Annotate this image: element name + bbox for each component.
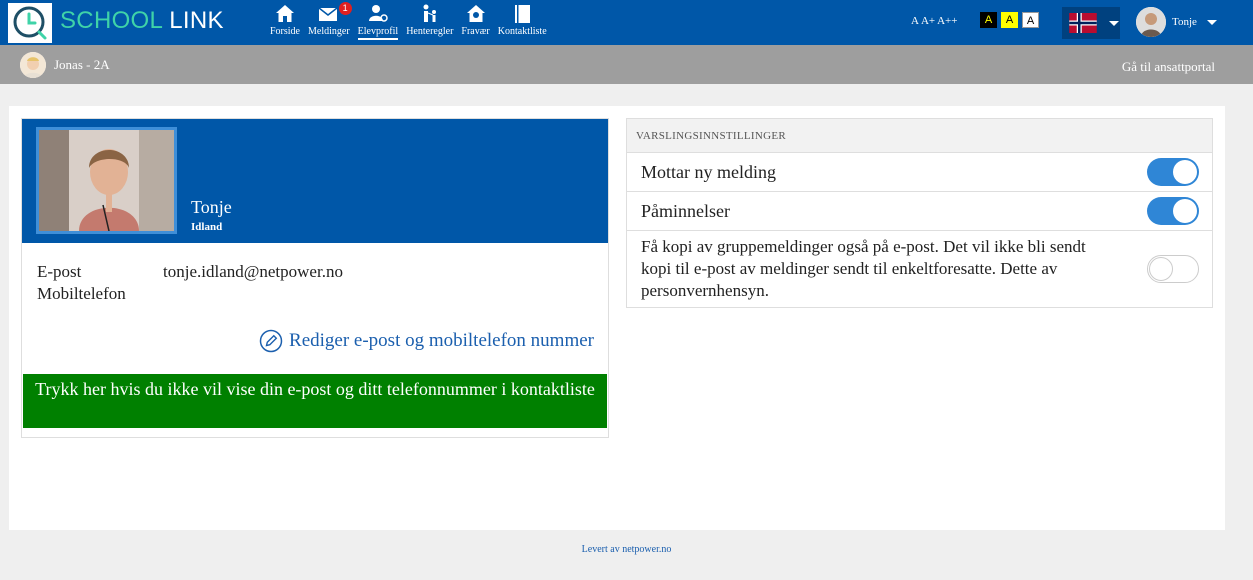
nav-kontaktliste-label: Kontaktliste — [497, 26, 547, 37]
student-profile-icon — [368, 5, 388, 22]
email-row: E-post tonje.idland@netpower.no — [37, 261, 343, 283]
contrast-controls: A A A — [980, 12, 1039, 28]
contact-book-icon — [515, 5, 531, 23]
logo[interactable] — [8, 3, 52, 43]
chevron-down-icon — [1206, 19, 1217, 25]
setting-email-copy-label: Få kopi av gruppemeldinger også på e-pos… — [641, 237, 1086, 300]
nav-meldinger-label: Meldinger — [308, 26, 350, 37]
nav-elevprofil-label: Elevprofil — [357, 26, 399, 40]
email-value: tonje.idland@netpower.no — [163, 262, 343, 281]
email-copy-toggle[interactable] — [1147, 255, 1199, 283]
nav-henteregler[interactable]: Henteregler — [402, 0, 457, 45]
setting-reminders-label: Påminnelser — [641, 200, 730, 221]
setting-new-message: Mottar ny melding — [627, 153, 1212, 192]
email-label: E-post — [37, 262, 82, 281]
edit-contact-label: Rediger e-post og mobiltelefon nummer — [289, 330, 594, 351]
footer-credit[interactable]: Levert av netpower.no — [0, 544, 1253, 555]
profile-photo[interactable] — [36, 127, 177, 234]
contrast-yellow-black[interactable]: A — [1001, 12, 1018, 28]
profile-header: Tonje Idland — [22, 119, 608, 243]
child-avatar — [20, 52, 46, 78]
chevron-down-icon — [1109, 20, 1119, 26]
top-bar: SCHOOL LINK Forside 1 Meldinger Elevprof… — [0, 0, 1253, 45]
user-menu[interactable]: Tonje — [1136, 7, 1217, 37]
user-avatar-icon — [1136, 7, 1166, 37]
font-size-normal[interactable]: A — [911, 15, 919, 27]
user-name: Tonje — [1172, 16, 1197, 28]
child-name: Jonas - 2A — [54, 57, 110, 72]
phone-label: Mobiltelefon — [37, 284, 126, 303]
nav-elevprofil[interactable]: Elevprofil — [354, 0, 403, 45]
nav-fravaer-label: Fravær — [461, 26, 490, 37]
brand-name[interactable]: SCHOOL LINK — [60, 7, 224, 35]
clock-logo-icon — [13, 6, 47, 40]
home-icon — [276, 5, 294, 22]
nav-fravaer[interactable]: Fravær — [457, 0, 493, 45]
nav-kontaktliste[interactable]: Kontaktliste — [494, 0, 551, 45]
child-bar: Jonas - 2A Gå til ansattportal — [0, 45, 1253, 84]
brand-name-first: SCHOOL — [60, 7, 163, 34]
notification-settings-heading: VARSLINGSINNSTILLINGER — [627, 119, 1212, 153]
toggle-knob — [1173, 160, 1197, 184]
language-selector[interactable] — [1062, 7, 1120, 39]
setting-reminders: Påminnelser — [627, 192, 1212, 231]
main-nav: Forside 1 Meldinger Elevprofil Henteregl… — [266, 0, 551, 45]
profile-photo-image — [39, 130, 174, 231]
notification-settings: VARSLINGSINNSTILLINGER Mottar ny melding… — [626, 118, 1213, 308]
profile-last-name: Idland — [191, 221, 223, 233]
profile-card: Tonje Idland E-post tonje.idland@netpowe… — [21, 118, 609, 438]
setting-new-message-label: Mottar ny melding — [641, 161, 776, 182]
hide-contact-info-button[interactable]: Trykk her hvis du ikke vil vise din e-po… — [23, 374, 607, 428]
nav-forside-label: Forside — [270, 26, 300, 37]
font-size-large[interactable]: A+ — [921, 15, 935, 27]
reminders-toggle[interactable] — [1147, 197, 1199, 225]
profile-first-name: Tonje — [191, 197, 232, 217]
selected-child[interactable]: Jonas - 2A — [20, 52, 110, 78]
pencil-icon — [259, 329, 283, 353]
nav-forside[interactable]: Forside — [266, 0, 304, 45]
brand-name-second: LINK — [162, 7, 224, 34]
nav-henteregler-label: Henteregler — [406, 26, 454, 37]
staff-portal-link[interactable]: Gå til ansattportal — [1122, 59, 1215, 75]
setting-email-copy: Få kopi av gruppemeldinger også på e-pos… — [627, 231, 1212, 307]
phone-row: Mobiltelefon — [37, 283, 343, 305]
toggle-knob — [1173, 199, 1197, 223]
contact-info: E-post tonje.idland@netpower.no Mobiltel… — [37, 261, 343, 305]
absence-house-icon — [466, 5, 485, 22]
toggle-knob — [1149, 257, 1173, 281]
envelope-icon — [318, 7, 338, 21]
font-size-xlarge[interactable]: A++ — [937, 15, 957, 27]
child-avatar-icon — [20, 52, 46, 78]
norway-flag-icon — [1069, 13, 1097, 33]
main-content: Tonje Idland E-post tonje.idland@netpowe… — [9, 106, 1225, 530]
contrast-black-yellow[interactable]: A — [980, 12, 997, 28]
nav-meldinger[interactable]: 1 Meldinger — [304, 0, 354, 45]
edit-contact-link[interactable]: Rediger e-post og mobiltelefon nummer — [259, 329, 594, 353]
contrast-white-black[interactable]: A — [1022, 12, 1039, 28]
user-avatar — [1136, 7, 1166, 37]
pickup-rules-icon — [423, 4, 436, 22]
unread-badge: 1 — [338, 2, 352, 15]
new-message-toggle[interactable] — [1147, 158, 1199, 186]
font-size-controls: A A+ A++ — [911, 15, 957, 27]
